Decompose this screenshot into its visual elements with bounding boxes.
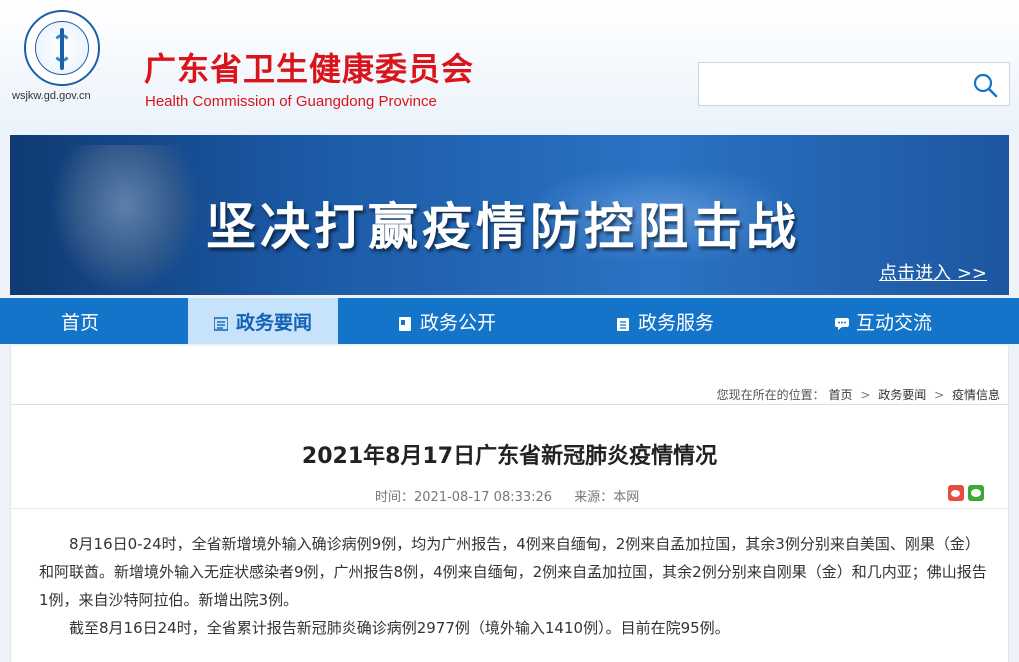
site-header: wsjkw.gd.gov.cn 广东省卫生健康委员会 Health Commis…	[0, 0, 1019, 135]
article-body: 8月16日0-24时，全省新增境外输入确诊病例9例，均为广州报告，4例来自缅甸，…	[39, 530, 989, 642]
search-icon[interactable]	[971, 71, 999, 99]
emblem-staff	[60, 28, 64, 70]
breadcrumb-prefix: 您现在所在的位置：	[716, 388, 825, 402]
banner-enter-link[interactable]: 点击进入 >>	[879, 259, 987, 285]
breadcrumb-news[interactable]: 政务要闻	[878, 388, 926, 402]
article-source: 来源：本网	[574, 490, 640, 505]
chat-icon	[834, 314, 849, 330]
breadcrumb-separator: >	[934, 388, 945, 402]
breadcrumb-separator: >	[860, 388, 871, 402]
document-icon	[398, 314, 412, 331]
article-paragraph: 截至8月16日24时，全省累计报告新冠肺炎确诊病例2977例（境外输入1410例…	[69, 619, 730, 637]
org-name-en: Health Commission of Guangdong Province	[145, 93, 437, 110]
search-box	[698, 62, 1010, 106]
nav-item-label: 政务要闻	[235, 311, 312, 334]
nav-item-news[interactable]: 政务要闻	[188, 298, 338, 344]
breadcrumb: 您现在所在的位置： 首页 > 政务要闻 > 疫情信息	[717, 386, 1000, 403]
weibo-share-icon[interactable]	[948, 485, 964, 501]
banner-slogan: 坚决打赢疫情防控阻击战	[206, 198, 800, 256]
search-input[interactable]	[699, 63, 959, 103]
article-title: 2021年8月17日广东省新冠肺炎疫情情况	[301, 444, 718, 469]
list-icon	[213, 314, 229, 331]
health-commission-emblem-icon[interactable]	[24, 10, 100, 86]
logo-block[interactable]: wsjkw.gd.gov.cn	[12, 10, 108, 102]
divider	[11, 508, 1008, 509]
nav-item-label: 首页	[60, 311, 99, 334]
breadcrumb-epidemic-info[interactable]: 疫情信息	[952, 388, 1000, 402]
org-name-cn[interactable]: 广东省卫生健康委员会	[144, 44, 474, 90]
main-nav: 首页 政务要闻 政务公开 政务服务 互动交流	[0, 298, 1019, 344]
breadcrumb-home[interactable]: 首页	[829, 388, 853, 402]
medical-worker-image	[50, 145, 200, 295]
campaign-banner[interactable]: 坚决打赢疫情防控阻击战 点击进入 >>	[10, 135, 1009, 295]
wechat-share-icon[interactable]	[968, 485, 984, 501]
article-container: 您现在所在的位置： 首页 > 政务要闻 > 疫情信息 2021年8月17日广东省…	[10, 346, 1009, 662]
nav-item-public-affairs[interactable]: 政务公开	[338, 298, 556, 344]
divider	[11, 404, 1008, 405]
clipboard-icon	[616, 314, 630, 331]
share-buttons	[948, 485, 984, 501]
nav-item-label: 政务公开	[419, 311, 496, 334]
nav-item-label: 政务服务	[637, 311, 714, 334]
article-paragraph: 8月16日0-24时，全省新增境外输入确诊病例9例，均为广州报告，4例来自缅甸，…	[39, 535, 987, 609]
nav-item-interaction[interactable]: 互动交流	[774, 298, 992, 344]
nav-item-label: 互动交流	[855, 311, 932, 334]
site-domain: wsjkw.gd.gov.cn	[12, 90, 91, 102]
article-time: 时间：2021-08-17 08:33:26	[375, 490, 553, 505]
article-meta: 时间：2021-08-17 08:33:26 来源：本网	[375, 486, 657, 505]
nav-item-home[interactable]: 首页	[0, 298, 160, 344]
nav-item-services[interactable]: 政务服务	[556, 298, 774, 344]
